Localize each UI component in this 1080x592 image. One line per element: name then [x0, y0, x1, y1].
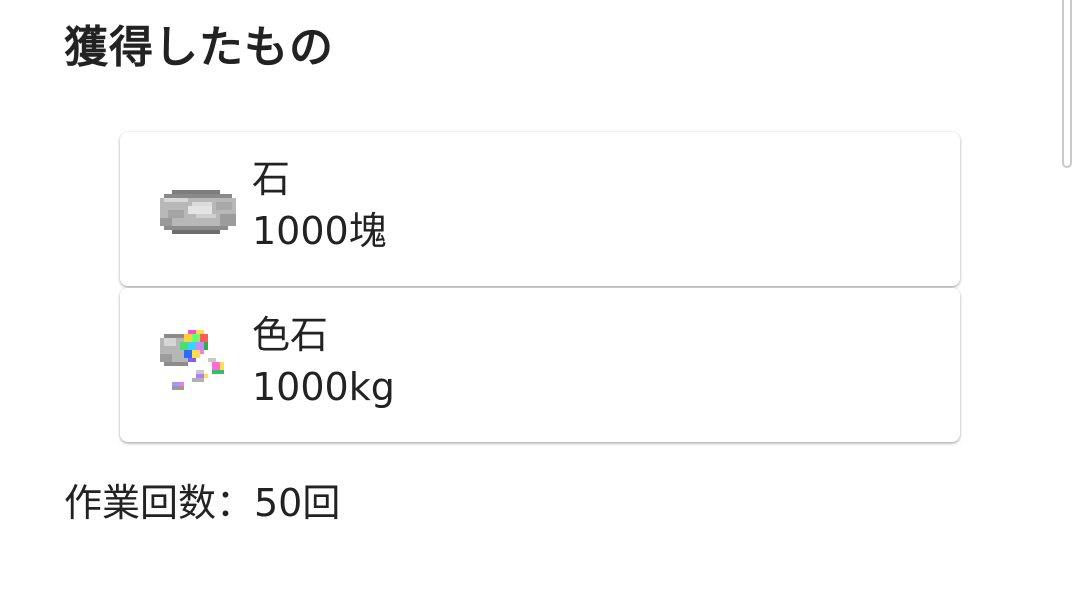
- item-card-colored-stone: 色石 1000kg: [120, 288, 960, 442]
- results-page: 獲得したもの 石 1000塊 色石 1000kg 作業回数：50回: [0, 0, 1080, 592]
- item-name: 色石: [252, 313, 329, 357]
- stone-icon: [156, 166, 244, 254]
- work-count: 作業回数：50回: [64, 481, 341, 525]
- item-card-stone: 石 1000塊: [120, 132, 960, 286]
- item-amount: 1000kg: [252, 365, 395, 409]
- scrollbar[interactable]: [1062, 0, 1072, 168]
- item-amount: 1000塊: [252, 209, 387, 253]
- colored-stone-icon: [156, 322, 244, 410]
- item-name: 石: [252, 157, 291, 201]
- page-title: 獲得したもの: [64, 22, 334, 73]
- item-list: 石 1000塊 色石 1000kg: [120, 132, 960, 444]
